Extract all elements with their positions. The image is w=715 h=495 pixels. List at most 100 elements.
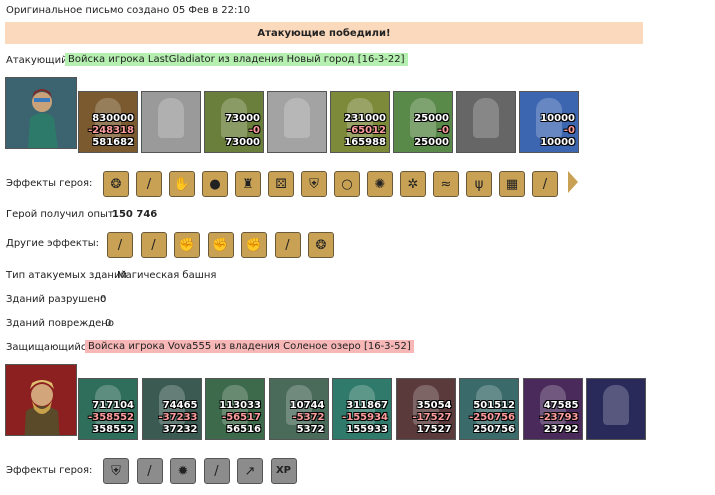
- unit-remaining: 155933: [346, 424, 388, 435]
- shield-bag-icon[interactable]: ❂: [308, 232, 334, 258]
- unit-remaining: 581682: [92, 137, 134, 148]
- unit-count: 717104: [92, 400, 134, 411]
- unit-card[interactable]: [141, 91, 201, 153]
- hero-effects-label: Эффекты героя:: [6, 178, 93, 189]
- attacker-hero-figure: [6, 78, 76, 148]
- other-effects-label: Другие эффекты:: [6, 238, 100, 249]
- unit-card[interactable]: [267, 91, 327, 153]
- unit-card[interactable]: [456, 91, 516, 153]
- crab-icon[interactable]: ✲: [400, 171, 426, 197]
- unit-count: 47585: [543, 400, 579, 411]
- unit-count: 113033: [219, 400, 261, 411]
- unit-card[interactable]: 311867 -155934 155933: [332, 378, 392, 440]
- attacker-hero-portrait[interactable]: [5, 77, 77, 149]
- experience-value: 150 746: [112, 209, 158, 220]
- fist-icon[interactable]: ✊: [174, 232, 200, 258]
- unit-count: 25000: [414, 113, 449, 124]
- unit-figure: [158, 98, 184, 138]
- unit-remaining: 165988: [344, 137, 386, 148]
- scroll-right-arrow-icon[interactable]: [568, 171, 578, 193]
- unit-remaining: 5372: [296, 424, 325, 435]
- building-type-value: Магическая башня: [117, 270, 217, 281]
- unit-losses: -0: [563, 125, 575, 136]
- gate-icon[interactable]: ▦: [499, 171, 525, 197]
- unit-remaining: 17527: [416, 424, 452, 435]
- sword-icon[interactable]: /: [140, 232, 167, 258]
- xp-icon[interactable]: XP: [270, 458, 297, 484]
- unit-card[interactable]: 113033 -56517 56516: [205, 378, 265, 440]
- unit-count: 10744: [289, 400, 325, 411]
- unit-count: 830000: [92, 113, 134, 124]
- buildings-damaged-value: 0: [105, 318, 112, 329]
- unit-count: 35054: [416, 400, 452, 411]
- unit-card[interactable]: [586, 378, 646, 440]
- experience-label: Герой получил опыт:: [6, 209, 118, 220]
- buildings-destroyed-label: Зданий разрушено: [6, 294, 107, 305]
- attacker-name-link[interactable]: Войска игрока LastGladiator из владения …: [65, 53, 408, 66]
- unit-remaining: 25000: [414, 137, 449, 148]
- shield-icon[interactable]: ⛨: [301, 171, 327, 197]
- defender-effects-label: Эффекты героя:: [6, 465, 93, 476]
- unit-count: 73000: [225, 113, 260, 124]
- unit-losses: -17527: [412, 412, 452, 423]
- dice-icon[interactable]: ⚄: [268, 171, 294, 197]
- defender-hero-figure: [6, 365, 76, 435]
- sword-icon[interactable]: /: [532, 171, 558, 197]
- defender-hero-portrait[interactable]: [5, 364, 77, 436]
- defender-name-link[interactable]: Войска игрока Vova555 из владения Солено…: [85, 340, 414, 353]
- unit-remaining: 37232: [162, 424, 198, 435]
- unit-card[interactable]: 74465 -37233 37232: [141, 378, 202, 440]
- sword-icon[interactable]: /: [136, 458, 163, 484]
- buildings-damaged-label: Зданий повреждено: [6, 318, 114, 329]
- unit-losses: -358552: [88, 412, 134, 423]
- battle-result-banner: Атакующие победили!: [5, 22, 643, 44]
- castle-icon[interactable]: ♜: [235, 171, 261, 197]
- hand-ring-icon[interactable]: ○: [334, 171, 360, 197]
- unit-card[interactable]: 35054 -17527 17527: [395, 378, 456, 440]
- unit-losses: -248318: [88, 125, 134, 136]
- unit-losses: -23793: [539, 412, 579, 423]
- arrows-icon[interactable]: ↗: [237, 458, 263, 484]
- unit-card[interactable]: 501512 -250756 250756: [459, 378, 519, 440]
- sword-icon[interactable]: /: [107, 232, 133, 258]
- shield-icon[interactable]: ⛨: [103, 458, 129, 484]
- sword-icon[interactable]: /: [203, 458, 230, 484]
- unit-card[interactable]: 231000 -65012 165988: [330, 91, 390, 153]
- handshake-icon[interactable]: ✋: [169, 171, 195, 197]
- unit-losses: -65012: [347, 125, 386, 136]
- unit-losses: -0: [248, 125, 260, 136]
- unit-count: 311867: [346, 400, 388, 411]
- battle-result-text: Атакующие победили!: [257, 27, 391, 39]
- unit-remaining: 10000: [540, 137, 575, 148]
- unit-card[interactable]: 10744 -5372 5372: [268, 378, 329, 440]
- unit-figure: [473, 98, 499, 138]
- unit-card[interactable]: 73000 -0 73000: [204, 91, 264, 153]
- unit-figure: [284, 98, 310, 138]
- sword-icon[interactable]: /: [274, 232, 301, 258]
- unit-card[interactable]: 25000 -0 25000: [393, 91, 453, 153]
- unit-remaining: 56516: [226, 424, 261, 435]
- unit-losses: -5372: [292, 412, 325, 423]
- unit-card[interactable]: 717104 -358552 358552: [78, 378, 138, 440]
- unit-losses: -56517: [222, 412, 261, 423]
- unit-count: 74465: [162, 400, 198, 411]
- unit-card[interactable]: 47585 -23793 23792: [522, 378, 583, 440]
- unit-card[interactable]: 830000 -248318 581682: [78, 91, 138, 153]
- unit-losses: -37233: [158, 412, 198, 423]
- shield-bag-icon[interactable]: ❂: [103, 171, 129, 197]
- fist-icon[interactable]: ✊: [241, 232, 267, 258]
- web-icon[interactable]: ✺: [367, 171, 393, 197]
- dragon-icon[interactable]: ≈: [433, 171, 459, 197]
- wings-icon[interactable]: ψ: [466, 171, 492, 197]
- sword-icon[interactable]: /: [136, 171, 162, 197]
- unit-losses: -0: [437, 125, 449, 136]
- unit-losses: -155934: [342, 412, 388, 423]
- unit-card[interactable]: 10000 -0 10000: [519, 91, 579, 153]
- gear-icon[interactable]: ✹: [170, 458, 196, 484]
- unit-count: 231000: [344, 113, 386, 124]
- fist-icon[interactable]: ✊: [207, 232, 234, 258]
- attacker-label: Атакующий: [6, 55, 68, 66]
- defender-label: Защищающийся: [6, 342, 93, 353]
- created-line: Оригинальное письмо создано 05 Фев в 22:…: [6, 5, 251, 16]
- hand-orb-icon[interactable]: ●: [202, 171, 228, 197]
